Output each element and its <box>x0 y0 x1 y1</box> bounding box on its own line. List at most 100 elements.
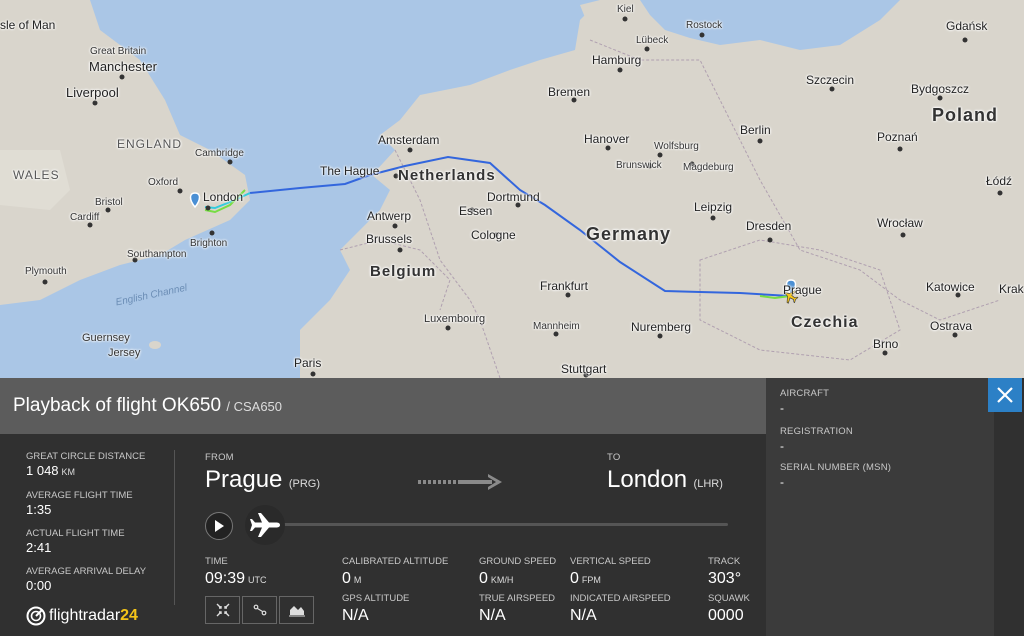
track-label: TRACK <box>708 556 741 567</box>
map-label-lodz: Łódź <box>986 174 1013 188</box>
map-label-prague: Prague <box>783 283 822 297</box>
calibrated-altitude-number: 0 <box>342 570 351 587</box>
map-label-the-hague: The Hague <box>320 164 380 178</box>
map-label-brno: Brno <box>873 337 899 351</box>
close-icon <box>997 387 1013 403</box>
route-icon <box>253 604 266 616</box>
squawk-value: 0000 <box>708 607 744 624</box>
map-label-antwerp: Antwerp <box>367 209 412 223</box>
ground-speed-number: 0 <box>479 570 488 587</box>
map-label-belgium: Belgium <box>370 263 437 280</box>
airplane-icon <box>250 513 280 537</box>
map-label-katowice: Katowice <box>926 280 975 294</box>
map-label-ostrava: Ostrava <box>930 319 973 333</box>
play-button[interactable] <box>205 512 233 540</box>
map-label-amsterdam: Amsterdam <box>378 133 440 147</box>
arrow-right-icon <box>418 474 502 490</box>
map-label-nuremberg: Nuremberg <box>631 320 692 334</box>
brand-number: 24 <box>120 607 138 624</box>
flight-playback-panel: Playback of flight OK650 / CSA650 GREAT … <box>0 378 1024 636</box>
map-label-essen: Essen <box>459 204 493 218</box>
panel-title-bar: Playback of flight OK650 / CSA650 <box>0 378 766 434</box>
map-label-bydgoszcz: Bydgoszcz <box>911 82 970 96</box>
map[interactable]: sle of Man Great Britain Manchester Live… <box>0 0 1024 378</box>
vertical-speed-number: 0 <box>570 570 579 587</box>
map-label-magdeburg: Magdeburg <box>683 162 734 173</box>
map-label-netherlands: Netherlands <box>398 167 496 184</box>
map-label-hamburg: Hamburg <box>592 53 642 67</box>
route-view-button[interactable] <box>242 596 277 624</box>
indicated-airspeed-label: INDICATED AIRSPEED <box>570 593 671 604</box>
aircraft-label: AIRCRAFT <box>780 388 830 399</box>
chart-view-button[interactable] <box>279 596 314 624</box>
map-label-germany: Germany <box>586 224 672 244</box>
map-label-england: ENGLAND <box>117 137 183 151</box>
true-airspeed-value: N/A <box>479 607 506 624</box>
map-label-isle-of-man: sle of Man <box>0 18 56 32</box>
aircraft-info-column: AIRCRAFT - REGISTRATION - SERIAL NUMBER … <box>766 378 994 636</box>
gps-altitude-value: N/A <box>342 607 369 624</box>
to-code: (LHR) <box>693 478 723 490</box>
view-toggle-group <box>205 596 315 624</box>
flightradar-logo[interactable]: flightradar 24 <box>26 606 138 626</box>
to-city: London <box>607 466 688 493</box>
map-label-dresden: Dresden <box>746 219 792 233</box>
vertical-speed-value: 0 FPM <box>570 570 601 588</box>
to-label: TO <box>607 452 621 463</box>
map-label-cologne: Cologne <box>471 228 516 242</box>
close-button[interactable] <box>988 378 1022 412</box>
playback-timeline[interactable] <box>265 523 728 526</box>
map-label-guernsey: Guernsey <box>82 332 130 344</box>
distance-number: 1 048 <box>26 463 59 478</box>
expand-icon <box>216 603 229 617</box>
map-label-great-britain: Great Britain <box>90 46 147 57</box>
map-label-jersey: Jersey <box>108 347 141 359</box>
map-label-poznan: Poznań <box>877 130 918 144</box>
map-label-dortmund: Dortmund <box>487 190 540 204</box>
flight-title: Playback of flight OK650 <box>13 395 222 416</box>
map-label-cardiff: Cardiff <box>70 212 100 223</box>
map-label-krakow: Krak <box>999 282 1024 296</box>
actual-flight-time-label: ACTUAL FLIGHT TIME <box>26 528 125 539</box>
true-airspeed-label: TRUE AIRSPEED <box>479 593 556 604</box>
map-label-lubeck: Lübeck <box>636 35 669 46</box>
track-value: 303° <box>708 570 742 587</box>
map-label-hanover: Hanover <box>584 132 630 146</box>
map-canvas[interactable] <box>0 0 1024 378</box>
flightradar-logo-icon <box>26 606 46 626</box>
play-icon <box>215 520 224 532</box>
map-label-liverpool: Liverpool <box>66 85 119 100</box>
calibrated-altitude-label: CALIBRATED ALTITUDE <box>342 556 449 567</box>
gps-altitude-label: GPS ALTITUDE <box>342 593 410 604</box>
calibrated-altitude-unit: M <box>353 575 362 585</box>
map-label-frankfurt: Frankfurt <box>540 279 589 293</box>
map-label-brighton: Brighton <box>190 238 228 249</box>
calibrated-altitude-value: 0M <box>342 570 361 588</box>
flight-callsign: / CSA650 <box>226 399 283 414</box>
map-label-wolfsburg: Wolfsburg <box>654 141 699 152</box>
distance-unit: KM <box>61 467 76 477</box>
distance-value: 1 048 KM <box>26 463 75 478</box>
map-label-bremen: Bremen <box>548 85 591 99</box>
column-divider <box>174 450 175 605</box>
map-label-oxford: Oxford <box>148 177 179 188</box>
map-label-brussels: Brussels <box>366 232 413 246</box>
avg-flight-time-label: AVERAGE FLIGHT TIME <box>26 490 133 501</box>
map-label-czechia: Czechia <box>791 314 859 331</box>
map-label-rostock: Rostock <box>686 20 723 31</box>
map-label-poland: Poland <box>932 105 999 125</box>
aircraft-value: - <box>780 401 784 415</box>
time-number: 09:39 <box>205 570 246 587</box>
arrival-delay-value: 0:00 <box>26 578 52 593</box>
expand-view-button[interactable] <box>205 596 240 624</box>
map-label-london: London <box>203 190 244 204</box>
registration-label: REGISTRATION <box>780 426 853 437</box>
map-label-szczecin: Szczecin <box>806 73 855 87</box>
map-label-gdansk: Gdańsk <box>946 19 988 33</box>
registration-value: - <box>780 439 784 453</box>
playback-handle[interactable] <box>245 505 285 545</box>
map-label-plymouth: Plymouth <box>25 266 67 277</box>
vertical-speed-unit: FPM <box>581 575 601 585</box>
map-label-mannheim: Mannheim <box>533 321 580 332</box>
map-label-manchester: Manchester <box>89 59 157 74</box>
